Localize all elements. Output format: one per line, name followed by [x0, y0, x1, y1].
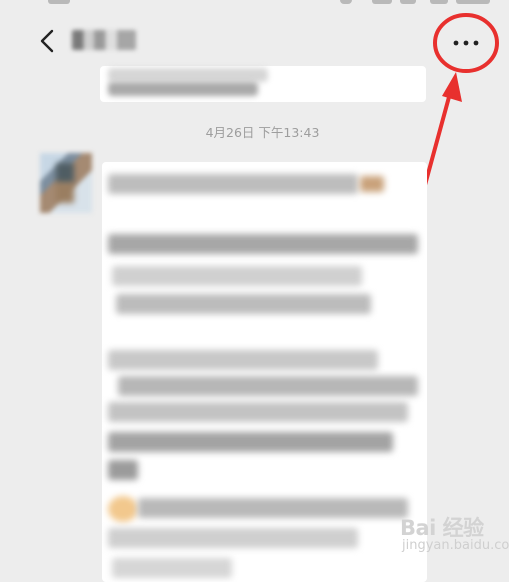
emoji-icon — [360, 176, 384, 192]
blurred-text — [112, 266, 362, 286]
blurred-text — [108, 528, 358, 548]
chat-header — [0, 0, 509, 76]
highlight-circle — [433, 13, 499, 73]
message-timestamp: 4月26日 下午13:43 — [205, 125, 320, 140]
alarm-icon — [340, 0, 352, 4]
emoji-icon — [108, 496, 138, 522]
previous-message-bubble — [100, 66, 426, 102]
chat-title — [72, 30, 136, 50]
clock-readout — [456, 0, 490, 4]
blurred-text — [108, 68, 268, 82]
blurred-text — [108, 460, 138, 480]
signal-icon — [48, 0, 70, 4]
message-bubble — [102, 162, 427, 582]
avatar[interactable] — [40, 153, 92, 213]
blurred-text — [108, 82, 258, 96]
blurred-text — [108, 234, 418, 254]
wifi-icon — [372, 0, 392, 4]
blurred-text — [108, 174, 358, 194]
blurred-text — [108, 350, 378, 370]
blurred-text — [138, 498, 408, 518]
avatar-detail — [56, 163, 74, 183]
battery-icon — [430, 0, 448, 4]
avatar-detail — [56, 183, 74, 203]
watermark-url: jingyan.baidu.com — [402, 538, 509, 553]
status-bar — [0, 0, 509, 8]
network-icon — [400, 0, 416, 4]
back-chevron-icon[interactable] — [36, 26, 64, 56]
blurred-text — [108, 432, 393, 452]
blurred-text — [112, 558, 232, 578]
blurred-text — [108, 402, 408, 422]
more-options-button[interactable] — [432, 12, 500, 74]
blurred-text — [118, 376, 418, 396]
baidu-watermark: Bai 经验 jingyan.baidu.com — [388, 512, 509, 558]
blurred-text — [116, 294, 371, 314]
